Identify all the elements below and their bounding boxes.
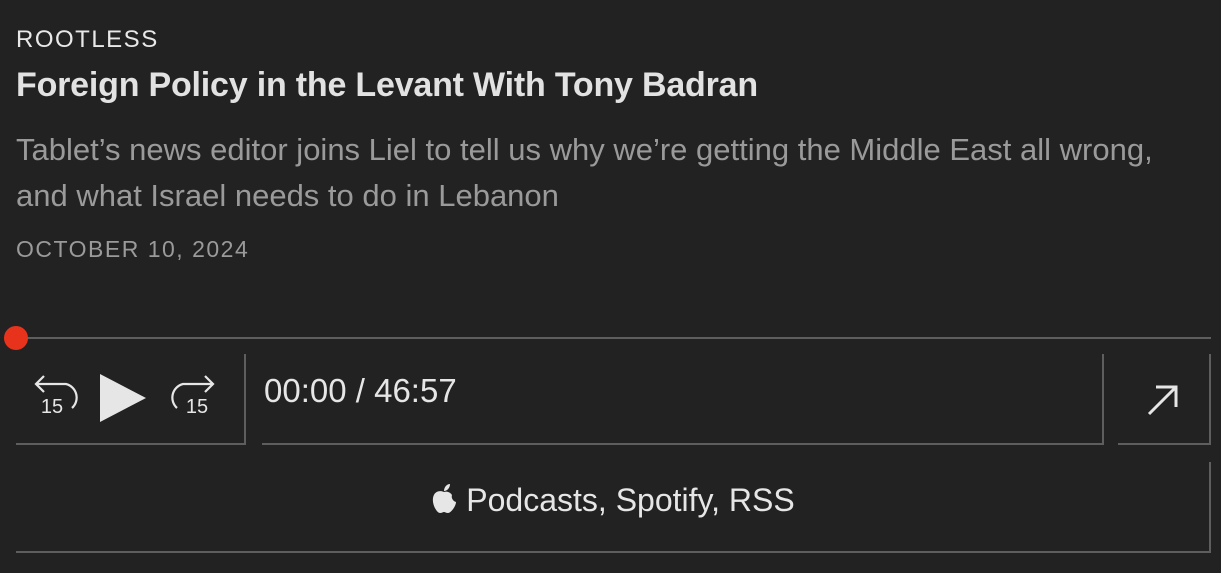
progress-bar[interactable] (16, 337, 1211, 339)
subscribe-label: Podcasts, Spotify, RSS (466, 482, 795, 518)
time-display: 00:00 / 46:57 (264, 372, 457, 409)
skip-back-label: 15 (40, 396, 64, 418)
external-link-arrow-icon (1147, 385, 1178, 416)
subscribe-links: Podcasts, Spotify, RSS (430, 482, 795, 519)
progress-handle[interactable] (4, 326, 28, 350)
skip-forward-label: 15 (185, 396, 209, 418)
skip-forward-button[interactable]: 15 (171, 370, 223, 422)
episode-date: OCTOBER 10, 2024 (16, 236, 250, 262)
play-button[interactable] (96, 372, 152, 424)
episode-subtitle: Tablet’s news editor joins Liel to tell … (16, 132, 1153, 213)
skip-back-button[interactable]: 15 (26, 370, 78, 422)
episode-kicker[interactable]: ROOTLESS (16, 26, 159, 54)
playback-controls: 15 15 (16, 354, 246, 445)
episode-title: Foreign Policy in the Levant With Tony B… (16, 66, 758, 104)
time-box: 00:00 / 46:57 (262, 354, 1104, 445)
apple-icon (433, 483, 457, 513)
play-icon (100, 374, 146, 422)
open-external-button[interactable] (1118, 354, 1211, 445)
subscribe-links-button[interactable]: Podcasts, Spotify, RSS (16, 462, 1211, 553)
